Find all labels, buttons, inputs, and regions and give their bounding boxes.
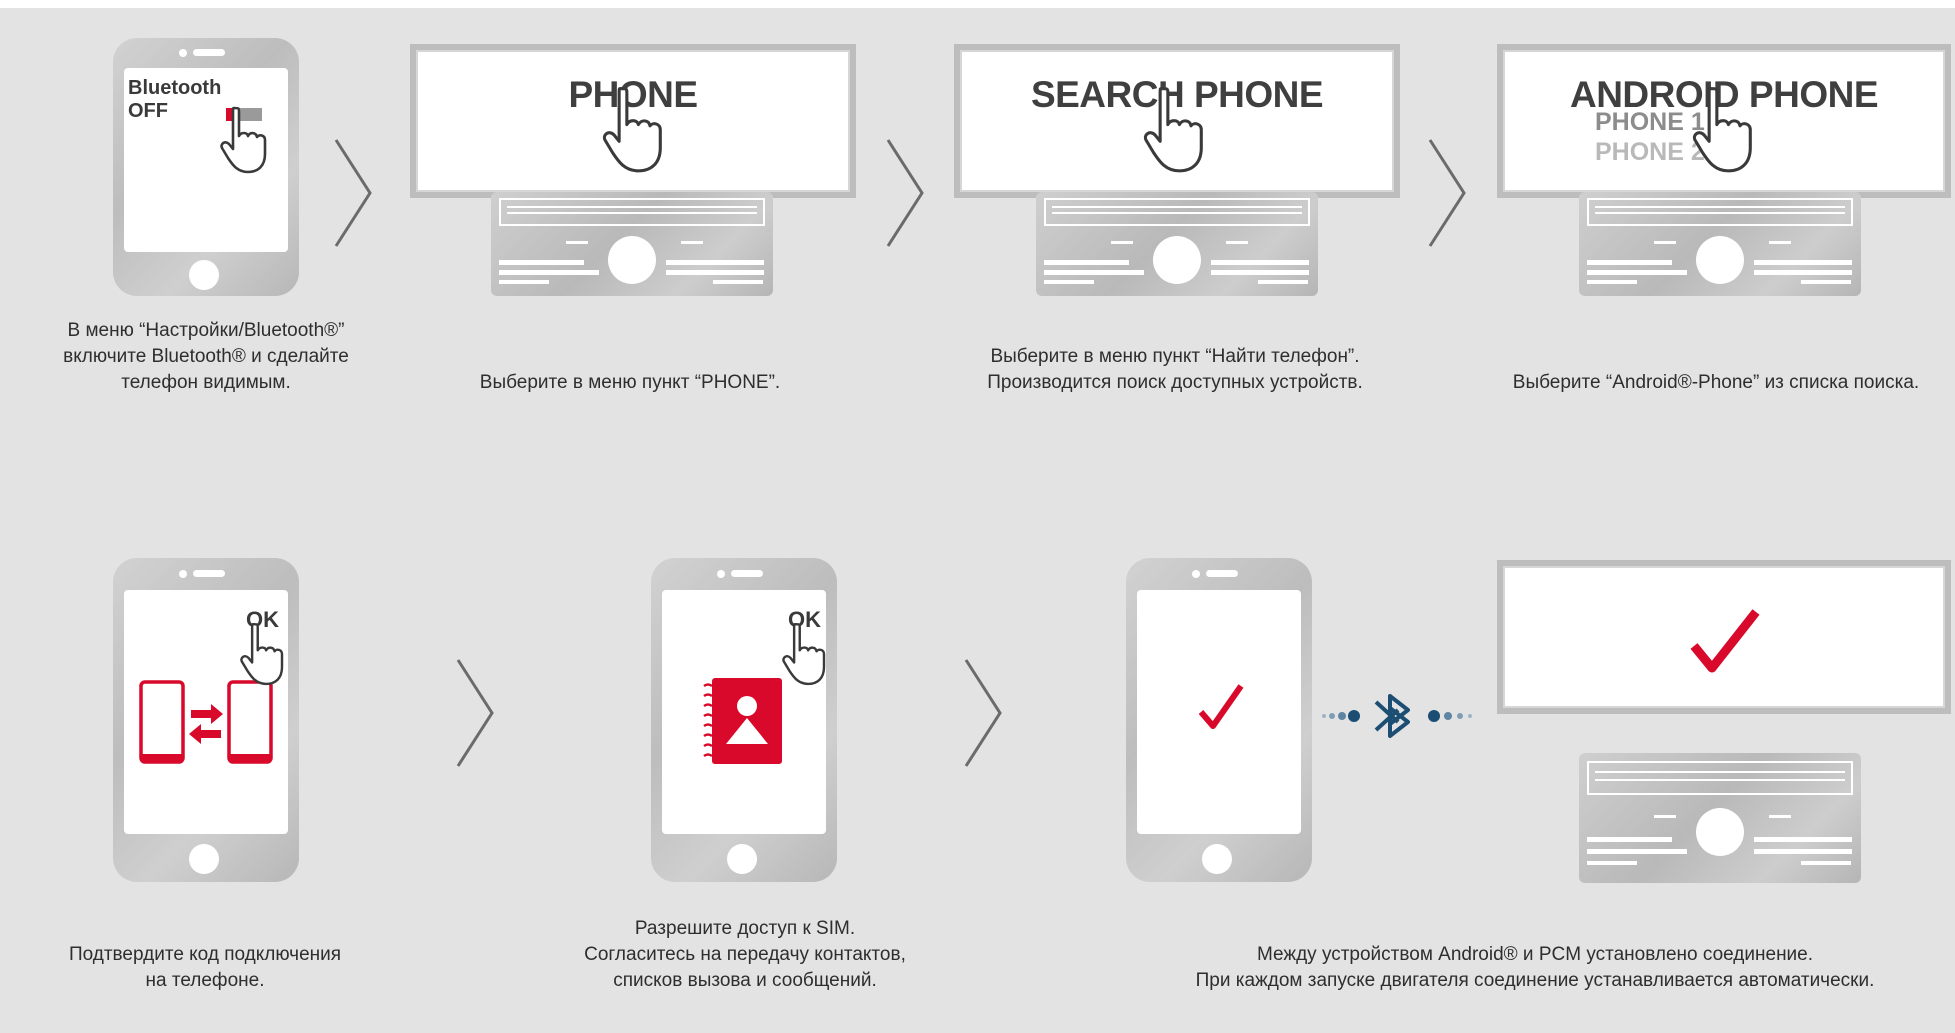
step7-caption: Между устройством Android® и PCM установ… <box>1195 944 1875 991</box>
pcm-display-step7 <box>1497 560 1951 714</box>
pcm-display-step3: SEARCH PHONE <box>954 44 1400 198</box>
chevron-right-icon <box>886 139 924 247</box>
device-list-item[interactable]: PHONE 1 <box>1595 108 1705 137</box>
phone-screen: OK <box>124 590 288 834</box>
phone-screen: OK <box>662 590 826 834</box>
pcm-display-step4: ANDROID PHONE PHONE 1 PHONE 2 <box>1497 44 1951 198</box>
tap-hand-icon <box>1692 87 1752 173</box>
step5-caption: Подтвердите код подключения на телефоне. <box>68 944 342 991</box>
pairing-phones-icon <box>139 680 273 764</box>
tap-hand-icon <box>240 622 284 686</box>
chevron-right-icon <box>334 139 372 247</box>
chevron-right-icon <box>964 659 1002 767</box>
tap-hand-icon <box>782 622 826 686</box>
pcm-console <box>491 192 773 296</box>
instruction-diagram: Bluetooth OFF PHONE SEARCH PHONE ANDROID… <box>0 8 1955 1033</box>
phone-step5: OK <box>113 558 299 882</box>
step4-caption: Выберите “Android®-Phone” из списка поис… <box>1512 372 1920 393</box>
phone-screen: Bluetooth OFF <box>124 68 288 252</box>
bluetooth-status: OFF <box>128 100 168 122</box>
chevron-right-icon <box>456 659 494 767</box>
step6-caption: Разрешите доступ к SIM. Согласитесь на п… <box>584 918 906 991</box>
pcm-console <box>1579 753 1861 883</box>
tap-hand-icon <box>602 87 662 173</box>
bluetooth-connection-icon <box>1322 694 1472 738</box>
step1-caption: В меню “Настройки/Bluetooth®” включите B… <box>63 320 349 393</box>
step2-caption: Выберите в меню пункт “PHONE”. <box>479 372 781 393</box>
pcm-console <box>1036 192 1318 296</box>
phone-screen <box>1137 590 1301 834</box>
step3-caption: Выберите в меню пункт “Найти телефон”. П… <box>987 346 1363 393</box>
tap-hand-icon <box>1143 87 1203 173</box>
device-list-item[interactable]: PHONE 2 <box>1595 138 1705 167</box>
checkmark-icon <box>1198 684 1244 729</box>
checkmark-icon <box>1690 609 1760 673</box>
bluetooth-label: Bluetooth <box>128 77 222 99</box>
contacts-book-icon <box>703 678 782 764</box>
tap-hand-icon <box>220 106 267 174</box>
phone-step6: OK <box>651 558 837 882</box>
pcm-display-step2: PHONE <box>410 44 856 198</box>
phone-step7 <box>1126 558 1312 882</box>
pcm-console <box>1579 192 1861 296</box>
chevron-right-icon <box>1428 139 1466 247</box>
phone-step1: Bluetooth OFF <box>113 38 299 296</box>
